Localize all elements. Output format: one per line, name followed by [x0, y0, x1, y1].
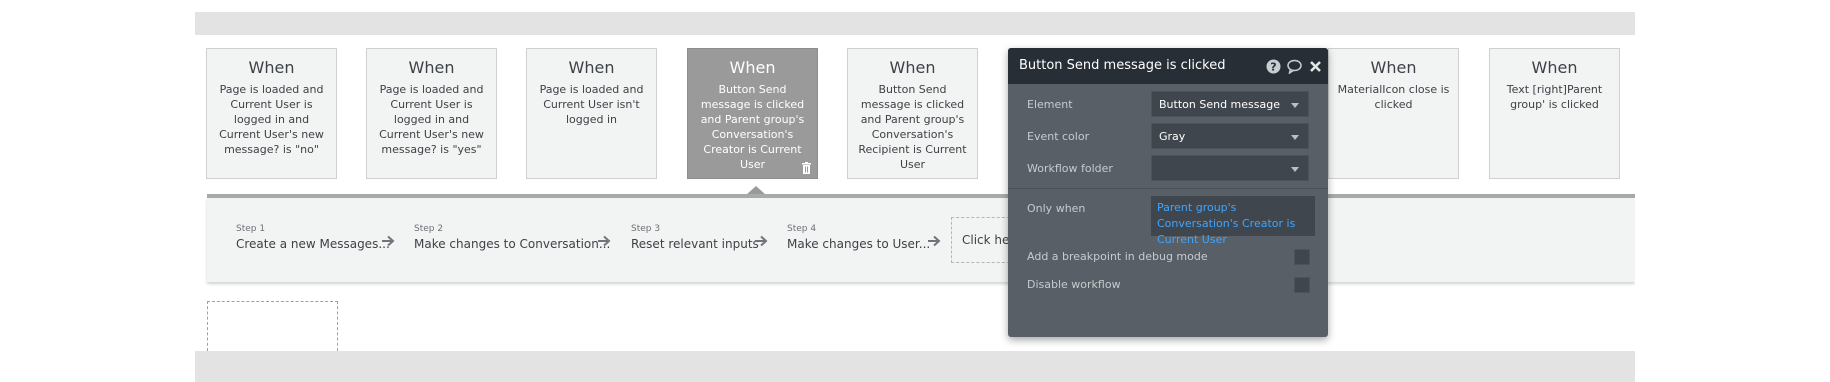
breakpoint-row: Add a breakpoint in debug mode: [1008, 242, 1328, 272]
event-description: Button Send message is clicked and Paren…: [858, 83, 967, 171]
comment-icon[interactable]: [1287, 59, 1302, 74]
event-description: Page is loaded and Current User is logge…: [219, 83, 324, 156]
event-when-label: When: [1531, 58, 1578, 77]
only-when-condition[interactable]: Parent group's Conversation's Creator is…: [1151, 196, 1315, 246]
bottom-toolbar-strip: [195, 351, 1635, 382]
step-label: Make changes to Conversation...: [414, 237, 611, 251]
event-color-value: Gray: [1159, 130, 1186, 143]
top-toolbar-strip: [195, 12, 1635, 35]
chevron-down-icon: [1291, 103, 1299, 108]
event-when-label: When: [408, 58, 455, 77]
event-when-label: When: [729, 58, 776, 77]
arrow-right-icon: [382, 235, 395, 247]
event-card-materialicon-close[interactable]: When MaterialIcon close is clicked: [1328, 48, 1459, 179]
disable-workflow-checkbox[interactable]: [1294, 277, 1310, 293]
event-property-editor: Button Send message is clicked ? Element…: [1008, 48, 1328, 337]
breakpoint-label: Add a breakpoint in debug mode: [1027, 250, 1208, 263]
arrow-right-icon: [598, 235, 611, 247]
element-dropdown[interactable]: Button Send message: [1151, 91, 1309, 117]
event-description: MaterialIcon close is clicked: [1337, 83, 1450, 111]
step-2[interactable]: Step 2 Make changes to Conversation...: [414, 224, 610, 252]
step-number: Step 3: [631, 224, 661, 234]
event-card-page-loaded-logged-out[interactable]: When Page is loaded and Current User isn…: [526, 48, 657, 179]
element-row: Element Button Send message: [1008, 90, 1328, 120]
event-when-label: When: [889, 58, 936, 77]
event-color-row: Event color Gray: [1008, 122, 1328, 152]
svg-text:?: ?: [1270, 61, 1276, 74]
help-icon[interactable]: ?: [1266, 59, 1281, 74]
event-card-send-message-creator[interactable]: When Button Send message is clicked and …: [687, 48, 818, 179]
arrow-right-icon: [755, 235, 768, 247]
event-card-text-parent-group[interactable]: When Text [right]Parent group' is clicke…: [1489, 48, 1620, 179]
event-when-label: When: [1370, 58, 1417, 77]
property-editor-header: Button Send message is clicked ?: [1008, 48, 1328, 84]
element-dropdown-value: Button Send message: [1159, 98, 1280, 111]
step-number: Step 1: [236, 224, 266, 234]
chevron-down-icon: [1291, 167, 1299, 172]
event-card-send-message-recipient[interactable]: When Button Send message is clicked and …: [847, 48, 978, 179]
element-label: Element: [1027, 98, 1073, 111]
step-label: Reset relevant inputs: [631, 237, 759, 251]
workflow-folder-label: Workflow folder: [1027, 162, 1113, 175]
only-when-label: Only when: [1027, 202, 1086, 215]
workflow-folder-row: Workflow folder: [1008, 154, 1328, 184]
step-number: Step 4: [787, 224, 817, 234]
step-label: Create a new Messages...: [236, 237, 390, 251]
event-card-page-loaded-no-message[interactable]: When Page is loaded and Current User is …: [206, 48, 337, 179]
event-description: Page is loaded and Current User is logge…: [379, 83, 484, 156]
step-label: Make changes to User...: [787, 237, 931, 251]
arrow-right-icon: [928, 235, 941, 247]
chevron-down-icon: [1291, 135, 1299, 140]
event-description: Text [right]Parent group' is clicked: [1506, 83, 1603, 111]
event-card-page-loaded-new-message[interactable]: When Page is loaded and Current User is …: [366, 48, 497, 179]
panel-divider: [1008, 188, 1328, 189]
step-3[interactable]: Step 3 Reset relevant inputs: [631, 224, 759, 252]
step-1[interactable]: Step 1 Create a new Messages...: [236, 224, 390, 252]
workflow-steps-panel: Step 1 Create a new Messages... Step 2 M…: [207, 198, 1635, 282]
breakpoint-checkbox[interactable]: [1294, 249, 1310, 265]
workflow-canvas: When Page is loaded and Current User is …: [195, 12, 1635, 382]
property-editor-title: Button Send message is clicked: [1019, 58, 1226, 73]
event-when-label: When: [248, 58, 295, 77]
event-when-label: When: [568, 58, 615, 77]
disable-workflow-row: Disable workflow: [1008, 270, 1328, 300]
step-4[interactable]: Step 4 Make changes to User...: [787, 224, 930, 252]
close-icon[interactable]: [1308, 59, 1323, 74]
disable-workflow-label: Disable workflow: [1027, 278, 1121, 291]
trash-icon[interactable]: [801, 162, 812, 174]
event-description: Button Send message is clicked and Paren…: [700, 83, 805, 171]
new-event-placeholder[interactable]: [207, 301, 338, 351]
event-description: Page is loaded and Current User isn't lo…: [539, 83, 644, 126]
workflow-folder-dropdown[interactable]: [1151, 155, 1309, 181]
event-color-dropdown[interactable]: Gray: [1151, 123, 1309, 149]
event-color-label: Event color: [1027, 130, 1090, 143]
step-number: Step 2: [414, 224, 444, 234]
